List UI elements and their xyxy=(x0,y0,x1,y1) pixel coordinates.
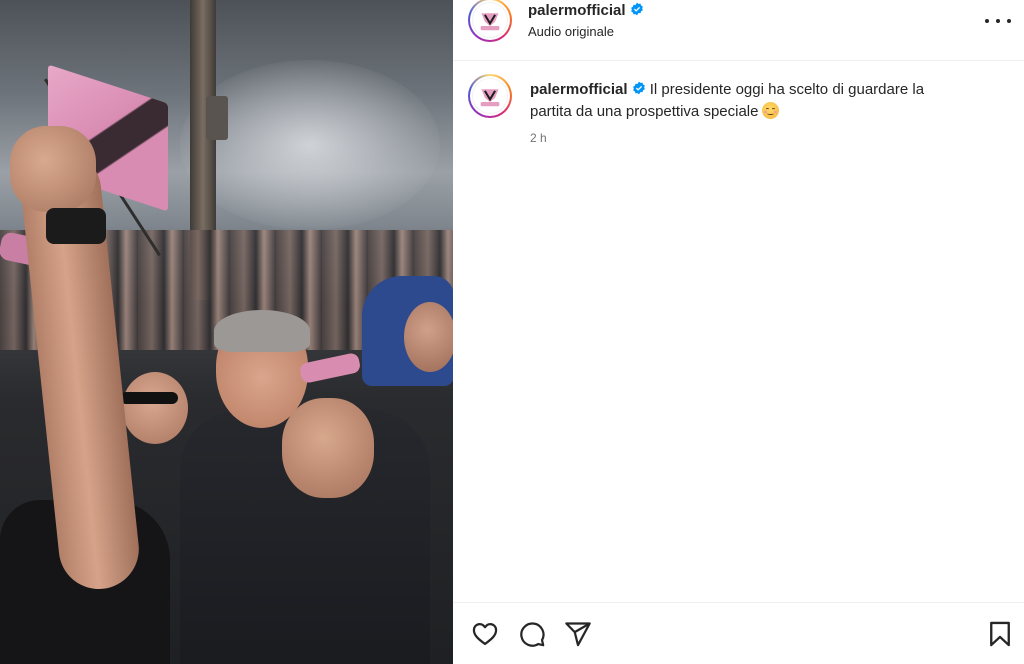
header-username-text[interactable]: palermofficial xyxy=(528,2,626,19)
more-options-icon[interactable] xyxy=(985,12,1011,30)
comment-icon[interactable] xyxy=(518,620,546,648)
fan-sunglasses xyxy=(122,372,188,444)
heart-icon[interactable] xyxy=(471,620,499,648)
president-hair xyxy=(214,310,310,352)
floodlight-lamps xyxy=(206,96,228,140)
bookmark-icon[interactable] xyxy=(986,620,1014,648)
sunglasses xyxy=(120,392,178,404)
post-caption: palermofficial Il presidente oggi ha sce… xyxy=(530,79,970,123)
caption-avatar[interactable] xyxy=(468,74,512,118)
post-details-panel: palermofficial Audio originale palermoff… xyxy=(453,0,1024,664)
post-media-video[interactable] xyxy=(0,0,453,664)
raised-fist xyxy=(10,126,96,212)
president-fist xyxy=(282,398,374,498)
palermo-logo-icon xyxy=(472,78,508,114)
account-avatar[interactable] xyxy=(468,0,512,42)
header-username[interactable]: palermofficial xyxy=(528,2,644,19)
caption-username[interactable]: palermofficial xyxy=(530,81,628,98)
caption-text-line2: partita da una prospettiva speciale xyxy=(530,103,759,120)
pink-scarf-neck xyxy=(298,351,362,385)
sky-highlight xyxy=(180,60,440,230)
palermo-logo-icon xyxy=(472,2,508,38)
verified-badge-icon xyxy=(630,2,643,16)
verified-badge-icon xyxy=(632,81,645,95)
send-icon[interactable] xyxy=(564,620,592,648)
smiling-face-emoji-icon xyxy=(762,102,780,119)
header-divider xyxy=(453,60,1024,61)
smartwatch xyxy=(46,208,106,244)
caption-text-line1: Il presidente oggi ha scelto di guardare… xyxy=(649,81,925,98)
post-timestamp[interactable]: 2 h xyxy=(530,131,547,145)
fan-shouting xyxy=(404,302,453,372)
action-bar xyxy=(453,602,1024,664)
audio-label[interactable]: Audio originale xyxy=(528,24,614,39)
